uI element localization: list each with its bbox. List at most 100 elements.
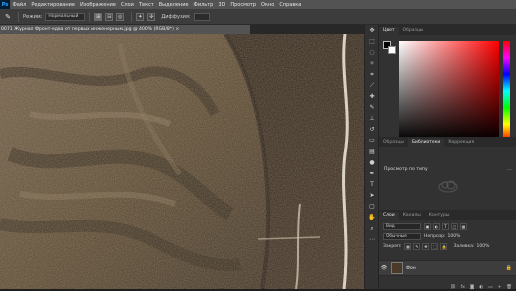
filter-smart-icon[interactable]: ▦	[460, 222, 467, 230]
link-layers-icon[interactable]: ⛓	[450, 285, 456, 290]
symmetry-icon[interactable]: ✣	[147, 12, 156, 21]
adjustments-tabs: Образцы Библиотеки Коррекция	[379, 137, 516, 147]
color-swatches[interactable]	[383, 41, 397, 55]
document-tab[interactable]: 0071 Журнал Фронт-едва от первых инженер…	[0, 25, 250, 34]
blend-mode-select[interactable]: Обычные	[383, 232, 421, 240]
tab-libraries[interactable]: Библиотеки	[407, 139, 445, 147]
new-layer-icon[interactable]: +	[498, 285, 502, 290]
layer-name[interactable]: Фон	[406, 266, 416, 271]
lock-label: Закреп:	[383, 243, 402, 249]
marquee-tool-icon[interactable]: ⬚	[365, 36, 379, 47]
brush-tool-icon[interactable]: ✎	[2, 12, 14, 22]
diffusion-label: Диффузия:	[161, 13, 191, 20]
background-color-swatch[interactable]	[388, 46, 396, 54]
menu-filter[interactable]: Фильтр	[191, 2, 216, 8]
filter-shape-icon[interactable]: ▢	[451, 222, 458, 230]
diffusion-select[interactable]	[193, 12, 210, 21]
gradient-icon[interactable]: ▤	[365, 146, 379, 157]
dodge-icon[interactable]: ●	[365, 157, 379, 168]
layers-body: Вид ▣ ◐ T ▢ ▦ Обычные Непрозр: 100% Закр…	[379, 220, 516, 291]
lasso-tool-icon[interactable]: ◌	[365, 47, 379, 58]
add-style-icon[interactable]: fx	[461, 285, 465, 290]
eraser-icon[interactable]: ▭	[365, 135, 379, 146]
shape-tool-icon[interactable]: ▢	[365, 201, 379, 212]
panel-menu-icon[interactable]: ⋯	[507, 167, 512, 173]
hue-slider[interactable]	[503, 41, 510, 141]
tab-swatches[interactable]: Образцы	[399, 27, 428, 35]
mode-label: Режим:	[23, 13, 43, 20]
layers-footer: ⛓ fx ◙ ◐ ▭ + 🗑	[379, 284, 516, 291]
blend-row: Обычные Непрозр: 100%	[383, 232, 460, 240]
layer-row-background[interactable]: 👁 Фон 🔒	[379, 260, 516, 276]
lock-artboard-icon[interactable]: ⬚	[431, 242, 439, 250]
lock-row: Закреп: ▦ ✎ ✥ ⬚ 🔒 Заливка: 100%	[383, 242, 489, 250]
tab-layers[interactable]: Слои	[379, 212, 399, 220]
crop-tool-icon[interactable]: ⌗	[365, 69, 379, 80]
document-canvas[interactable]	[0, 34, 364, 289]
fill-label: Заливка:	[453, 243, 475, 249]
pen-tool-icon[interactable]: ✒	[365, 168, 379, 179]
visibility-eye-icon[interactable]: 👁	[379, 265, 389, 271]
menu-edit[interactable]: Редактирование	[29, 2, 78, 8]
menu-window[interactable]: Окно	[259, 2, 277, 8]
toolbar-column: ✥ ⬚ ◌ ✧ ⌗ ⟋ ✚ ✎ ⊥ ↺ ▭ ▤ ● ✒ T ➤ ▢ ✋ ⌕ ⋯	[364, 25, 378, 289]
more-tools-icon[interactable]: ⋯	[365, 234, 379, 245]
filter-type-icon[interactable]: T	[442, 222, 449, 230]
delete-layer-icon[interactable]: 🗑	[506, 285, 512, 290]
path-select-icon[interactable]: ➤	[365, 190, 379, 201]
lock-position-icon[interactable]: ✥	[422, 242, 430, 250]
new-adjustment-icon[interactable]: ◐	[479, 285, 483, 290]
opacity-value[interactable]: 100%	[447, 234, 460, 239]
clone-stamp-icon[interactable]: ⊥	[365, 113, 379, 124]
tab-swatches-2[interactable]: Образцы	[379, 139, 408, 147]
type-tool-icon[interactable]: T	[365, 179, 379, 190]
filter-adjust-icon[interactable]: ◐	[433, 222, 440, 230]
layers-tabs: Слои Каналы Контуры	[379, 210, 516, 220]
menu-image[interactable]: Изображение	[77, 2, 118, 8]
fill-value[interactable]: 100%	[477, 244, 490, 249]
content-aware-icon[interactable]: ✦	[136, 12, 145, 21]
layer-thumbnail	[391, 262, 403, 274]
mode-select[interactable]: Нормальный	[45, 12, 86, 21]
lock-paint-icon[interactable]: ✎	[413, 242, 421, 250]
sample-all-layers-icon[interactable]: ⊞	[94, 12, 103, 21]
divider	[18, 11, 19, 22]
quick-select-icon[interactable]: ✧	[365, 58, 379, 69]
move-tool-icon[interactable]: ✥	[365, 25, 379, 36]
menu-view[interactable]: Просмотр	[228, 2, 259, 8]
menu-layers[interactable]: Слои	[118, 2, 136, 8]
new-group-icon[interactable]: ▭	[488, 285, 492, 290]
history-brush-icon[interactable]: ↺	[365, 124, 379, 135]
right-panels: Цвет Образцы Образцы Библиотеки Коррекци…	[378, 25, 516, 291]
zoom-tool-icon[interactable]: ⌕	[365, 223, 379, 234]
menu-3d[interactable]: 3D	[216, 2, 228, 8]
color-panel	[379, 35, 516, 153]
tab-paths[interactable]: Контуры	[425, 212, 454, 220]
menu-file[interactable]: Файл	[10, 2, 29, 8]
color-panel-tabs: Цвет Образцы	[379, 25, 516, 35]
lock-pixels-icon[interactable]: ▦	[404, 242, 412, 250]
preview-by-type-label[interactable]: Просмотр по типу	[384, 167, 428, 172]
add-mask-icon[interactable]: ◙	[470, 285, 474, 290]
layer-kind-select[interactable]: Вид	[383, 222, 421, 230]
brush-icon[interactable]: ✎	[365, 102, 379, 113]
tab-bar-empty	[250, 25, 364, 34]
opacity-label: Непрозр:	[424, 233, 446, 239]
tab-channels[interactable]: Каналы	[399, 212, 425, 220]
lock-all-icon[interactable]: 🔒	[440, 242, 448, 250]
layer-filter-row: Вид ▣ ◐ T ▢ ▦	[383, 222, 469, 230]
pressure-icon[interactable]: ◎	[116, 12, 125, 21]
cloud-library-icon	[438, 180, 458, 193]
tab-color[interactable]: Цвет	[379, 27, 399, 35]
menu-type[interactable]: Текст	[136, 2, 156, 8]
tab-adjustments[interactable]: Коррекция	[444, 139, 478, 147]
menu-bar: Ps Файл Редактирование Изображение Слои …	[0, 0, 516, 9]
eyedropper-icon[interactable]: ⟋	[365, 80, 379, 91]
color-picker-field[interactable]	[399, 41, 499, 141]
align-icon[interactable]: ⊟	[105, 12, 114, 21]
hand-tool-icon[interactable]: ✋	[365, 212, 379, 223]
menu-help[interactable]: Справка	[277, 2, 304, 8]
healing-brush-icon[interactable]: ✚	[365, 91, 379, 102]
menu-select[interactable]: Выделение	[156, 2, 191, 8]
filter-pixel-icon[interactable]: ▣	[424, 222, 431, 230]
